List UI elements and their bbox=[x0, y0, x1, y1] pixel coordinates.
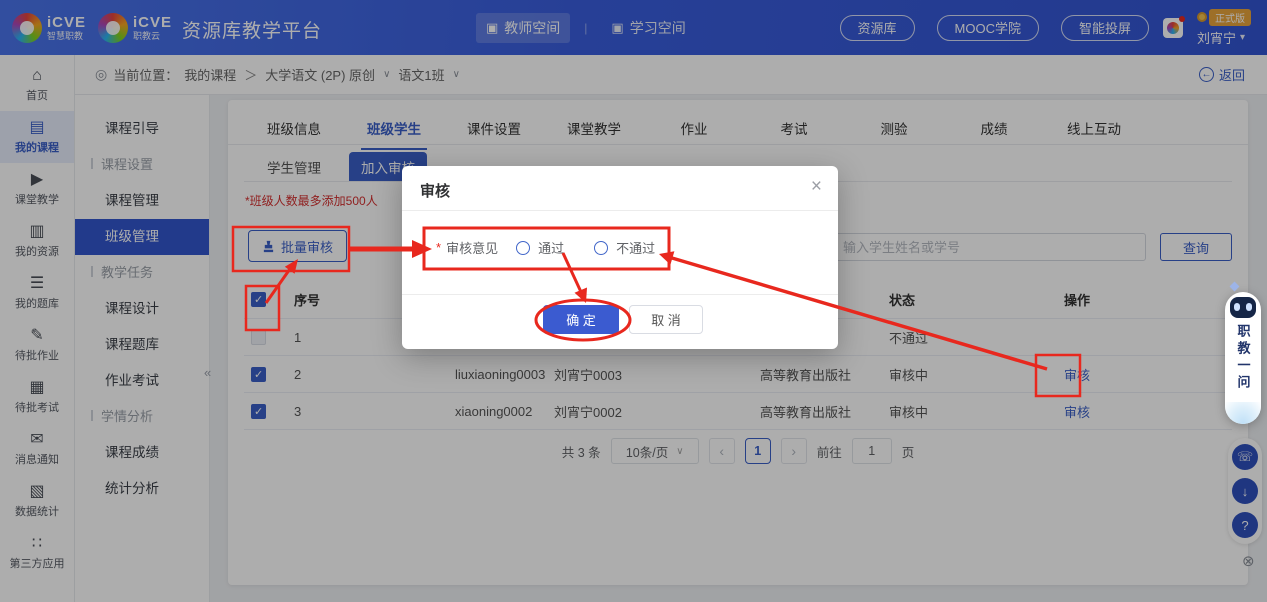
radio-icon[interactable] bbox=[516, 241, 530, 255]
robot-icon bbox=[1230, 297, 1256, 318]
radio-icon[interactable] bbox=[594, 241, 608, 255]
modal-header-divider bbox=[402, 210, 838, 211]
modal-footer-divider bbox=[402, 294, 838, 295]
modal-footer: 确 定 取 消 bbox=[543, 305, 703, 334]
assistant-label: 职教一问 bbox=[1234, 324, 1253, 392]
cancel-button[interactable]: 取 消 bbox=[629, 305, 703, 334]
close-icon[interactable]: × bbox=[811, 176, 822, 198]
confirm-button[interactable]: 确 定 bbox=[543, 305, 619, 334]
assistant-widget[interactable]: 职教一问 bbox=[1225, 292, 1261, 424]
review-modal: 审核 × * 审核意见 通过 不通过 确 定 取 消 bbox=[402, 166, 838, 349]
review-opinion-label: 审核意见 bbox=[446, 238, 498, 257]
modal-body: * 审核意见 通过 不通过 bbox=[436, 238, 655, 257]
radio-option[interactable]: 不通过 bbox=[594, 238, 655, 257]
review-options: 通过 不通过 bbox=[516, 238, 655, 257]
required-mark: * bbox=[436, 240, 441, 255]
modal-title: 审核 bbox=[420, 180, 450, 201]
radio-option[interactable]: 通过 bbox=[516, 238, 564, 257]
